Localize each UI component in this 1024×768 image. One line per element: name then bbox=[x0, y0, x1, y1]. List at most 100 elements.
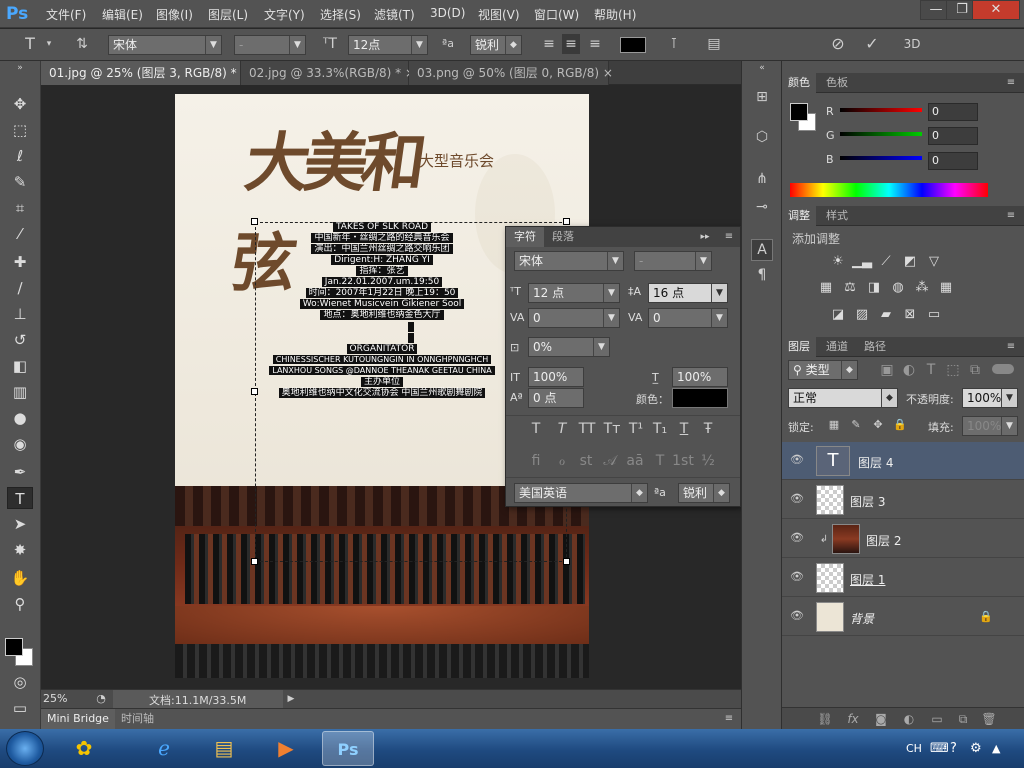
underline-button[interactable]: T bbox=[674, 419, 694, 439]
taskbar-app-icon[interactable]: ✿ bbox=[58, 731, 110, 766]
color-balance-icon[interactable]: ⚖ bbox=[840, 280, 860, 296]
new-layer-icon[interactable]: ⧉ bbox=[954, 709, 972, 729]
tab-color[interactable]: 颜色 bbox=[782, 73, 816, 93]
selective-color-icon[interactable]: ⊠ bbox=[900, 307, 920, 323]
cancel-icon[interactable]: ⊘ bbox=[828, 34, 848, 54]
red-input[interactable]: 0 bbox=[928, 103, 978, 121]
character-panel-toggle-icon[interactable]: ▤ bbox=[704, 34, 724, 54]
dodge-tool-icon[interactable]: ◉ bbox=[7, 433, 33, 455]
layer-row[interactable]: 👁 ↲ 图层 2 bbox=[782, 520, 1024, 558]
char-vscale-input[interactable]: 100% bbox=[528, 367, 584, 387]
photo-filter-icon[interactable]: ◍ bbox=[888, 280, 908, 296]
green-input[interactable]: 0 bbox=[928, 127, 978, 145]
status-info-icon[interactable]: ◔ bbox=[93, 690, 109, 708]
menu-view[interactable]: 视图(V) bbox=[478, 6, 520, 23]
posterize-icon[interactable]: ▨ bbox=[852, 307, 872, 323]
eye-icon[interactable]: 👁 bbox=[790, 492, 804, 506]
quick-select-tool-icon[interactable]: ✎ bbox=[7, 171, 33, 193]
clone-stamp-tool-icon[interactable]: ⊥ bbox=[7, 303, 33, 325]
menu-type[interactable]: 文字(Y) bbox=[264, 6, 305, 23]
subscript-button[interactable]: T₁ bbox=[650, 419, 670, 439]
screen-mode-icon[interactable]: ▭ bbox=[7, 697, 33, 719]
add-mask-icon[interactable]: ◙ bbox=[872, 709, 890, 729]
ligature-button[interactable]: fi bbox=[526, 451, 546, 471]
input-language[interactable]: CH bbox=[906, 729, 922, 768]
faux-bold-button[interactable]: T bbox=[526, 419, 546, 439]
lock-pixels-icon[interactable]: ✎ bbox=[848, 415, 864, 435]
hue-sat-icon[interactable]: ▦ bbox=[816, 280, 836, 296]
warp-text-icon[interactable]: ⊺ bbox=[664, 34, 684, 54]
align-right-icon[interactable]: ≡ bbox=[586, 34, 604, 54]
photoshop-taskbar-icon[interactable]: Ps bbox=[322, 731, 374, 766]
filter-adjust-icon[interactable]: ◐ bbox=[900, 360, 918, 380]
quick-mask-icon[interactable]: ◎ bbox=[7, 671, 33, 693]
transform-handle[interactable] bbox=[563, 558, 570, 565]
anti-alias-select[interactable]: 锐利 ◆ bbox=[470, 35, 522, 55]
filter-smart-icon[interactable]: ⧉ bbox=[966, 360, 984, 380]
settings-icon[interactable]: ⚙ bbox=[970, 729, 982, 768]
layer-name[interactable]: 图层 2 bbox=[866, 532, 901, 549]
menu-edit[interactable]: 编辑(E) bbox=[102, 6, 143, 23]
stylistic-alternates-button[interactable]: aā bbox=[624, 451, 646, 471]
vibrance-icon[interactable]: ▽ bbox=[924, 254, 944, 270]
internet-explorer-icon[interactable]: ℯ bbox=[138, 731, 190, 766]
collapse-icon[interactable]: » bbox=[2, 63, 38, 73]
tab-swatches[interactable]: 色板 bbox=[820, 73, 854, 93]
faux-italic-button[interactable]: T bbox=[552, 419, 572, 439]
char-color-swatch[interactable] bbox=[672, 388, 728, 408]
char-style-select[interactable]: - ▼ bbox=[634, 251, 712, 271]
tab-timeline[interactable]: 时间轴 bbox=[115, 709, 160, 729]
eye-icon[interactable]: 👁 bbox=[790, 453, 804, 467]
blur-tool-icon[interactable]: ● bbox=[7, 407, 33, 429]
eyedropper-tool-icon[interactable]: ⁄ bbox=[7, 223, 33, 245]
type-tool-preset-icon[interactable]: T bbox=[20, 34, 40, 54]
close-button[interactable]: ✕ bbox=[972, 0, 1020, 20]
exposure-icon[interactable]: ◩ bbox=[900, 254, 920, 270]
lock-transparent-icon[interactable]: ▦ bbox=[826, 415, 842, 435]
status-arrow-icon[interactable]: ▶ bbox=[285, 690, 297, 708]
text-orientation-icon[interactable]: ⇅ bbox=[72, 34, 92, 54]
transform-handle[interactable] bbox=[251, 558, 258, 565]
menu-file[interactable]: 文件(F) bbox=[46, 6, 86, 23]
curves-icon[interactable]: ⟋ bbox=[876, 254, 896, 270]
char-hscale-input[interactable]: 100% bbox=[672, 367, 728, 387]
align-center-icon[interactable]: ≡ bbox=[562, 34, 580, 54]
layer-filter-select[interactable]: ⚲ 类型 ◆ bbox=[788, 360, 858, 380]
fractions-button[interactable]: ½ bbox=[698, 451, 718, 471]
healing-brush-tool-icon[interactable]: ✚ bbox=[7, 251, 33, 273]
tab-styles[interactable]: 样式 bbox=[820, 206, 854, 226]
foreground-color-swatch[interactable] bbox=[5, 638, 23, 656]
start-button-icon[interactable] bbox=[6, 731, 44, 766]
eye-icon[interactable]: 👁 bbox=[790, 570, 804, 584]
color-spectrum[interactable] bbox=[790, 183, 988, 197]
char-font-select[interactable]: 宋体 ▼ bbox=[514, 251, 624, 271]
blue-input[interactable]: 0 bbox=[928, 152, 978, 170]
color-lookup-icon[interactable]: ▦ bbox=[936, 280, 956, 296]
tab-03-png[interactable]: 03.png @ 50% (图层 0, RGB/8) × bbox=[409, 61, 613, 85]
move-tool-icon[interactable]: ✥ bbox=[7, 93, 33, 115]
menu-select[interactable]: 选择(S) bbox=[320, 6, 361, 23]
panel-menu-icon[interactable]: ≡ bbox=[722, 227, 736, 247]
char-leading-select[interactable]: 16 点 ▼ bbox=[648, 283, 728, 303]
history-brush-tool-icon[interactable]: ↺ bbox=[7, 329, 33, 351]
char-tsume-select[interactable]: 0% ▼ bbox=[528, 337, 610, 357]
titling-alternates-button[interactable]: T bbox=[650, 451, 670, 471]
strikethrough-button[interactable]: Ŧ bbox=[698, 419, 718, 439]
3d-button[interactable]: 3D bbox=[900, 34, 924, 54]
new-group-icon[interactable]: ▭ bbox=[928, 709, 946, 729]
crop-tool-icon[interactable]: ⌗ bbox=[7, 197, 33, 219]
ordinals-button[interactable]: 1st bbox=[672, 451, 694, 471]
gradient-map-icon[interactable]: ▭ bbox=[924, 307, 944, 323]
tab-character[interactable]: 字符 bbox=[506, 227, 544, 247]
char-kerning-select[interactable]: 0 ▼ bbox=[528, 308, 620, 328]
tab-adjustments[interactable]: 调整 bbox=[782, 206, 816, 226]
swash-button[interactable]: 𝒜 bbox=[600, 451, 620, 471]
properties-panel-icon[interactable]: ⬡ bbox=[751, 127, 773, 147]
font-style-select[interactable]: - ▼ bbox=[234, 35, 306, 55]
all-caps-button[interactable]: TT bbox=[576, 419, 598, 439]
history-panel-icon[interactable]: ⊞ bbox=[751, 87, 773, 107]
keyboard-icon[interactable]: ⌨ bbox=[930, 729, 949, 768]
blend-mode-select[interactable]: 正常 ◆ bbox=[788, 388, 898, 408]
language-select[interactable]: 美国英语 ◆ bbox=[514, 483, 648, 503]
tray-expand-icon[interactable]: ▲ bbox=[992, 729, 1000, 768]
